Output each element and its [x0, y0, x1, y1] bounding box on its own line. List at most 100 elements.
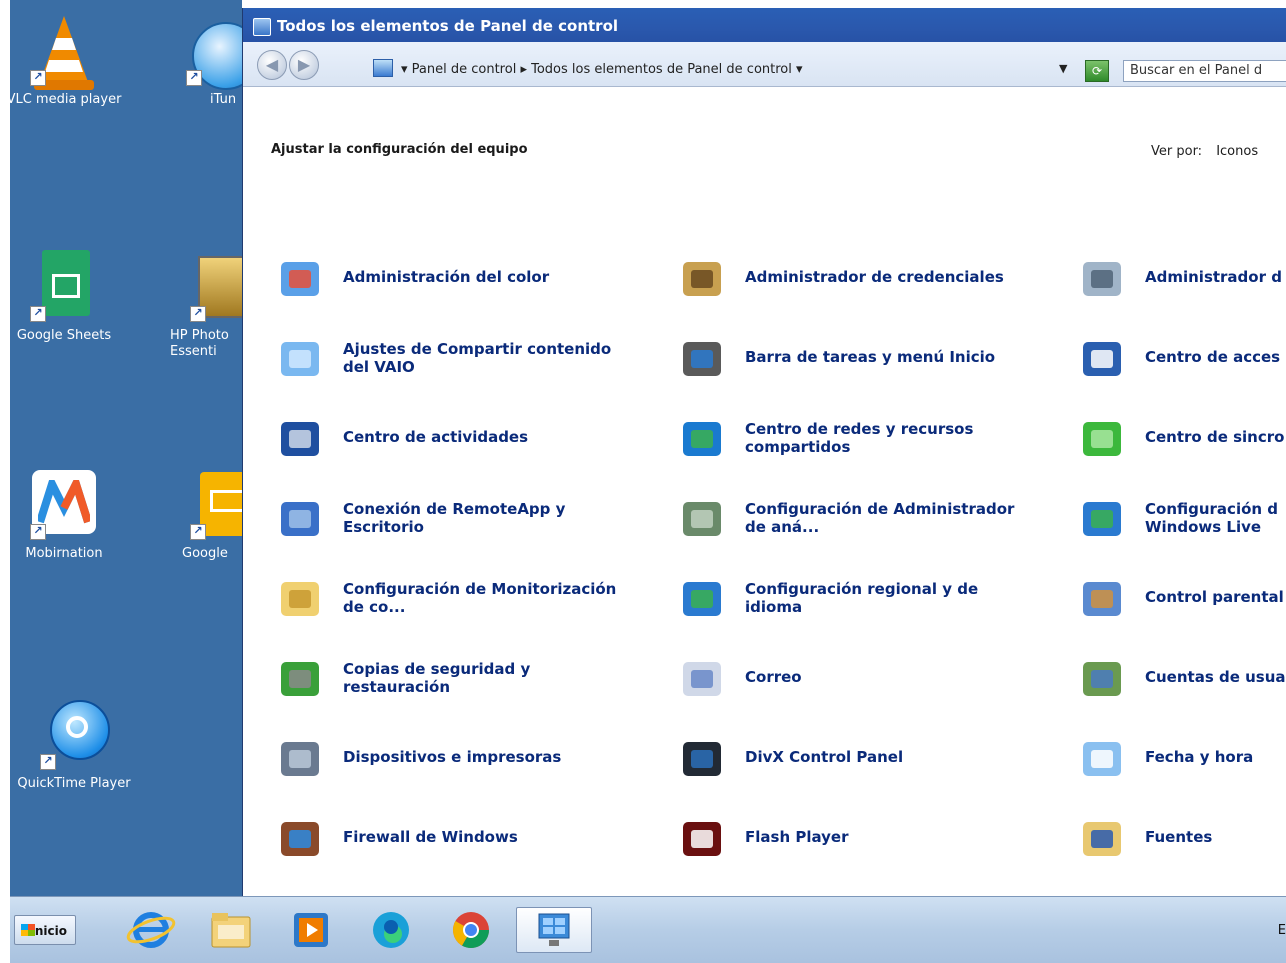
control-panel-taskbar-button[interactable]: [516, 907, 592, 953]
cp-item-label[interactable]: Configuración d Windows Live: [1145, 500, 1278, 536]
user-accounts-icon: [1077, 654, 1129, 706]
forward-button[interactable]: ▶: [289, 50, 319, 80]
view-by[interactable]: Ver por: Iconos: [1151, 144, 1258, 159]
desktop-icon-google[interactable]: ↗ Google: [170, 468, 242, 562]
cp-item-label[interactable]: Administrador d: [1145, 268, 1282, 286]
cp-item-label[interactable]: Configuración de Monitorización de co...: [343, 580, 616, 616]
cp-item[interactable]: Centro de redes y recursos compartidos: [677, 414, 1057, 474]
cp-item[interactable]: Firewall de Windows: [275, 814, 655, 874]
cp-item-label[interactable]: Centro de redes y recursos compartidos: [745, 420, 973, 456]
cp-item-label[interactable]: Fuentes: [1145, 828, 1212, 846]
desktop-icon-itunes[interactable]: ↗ iTun: [154, 14, 242, 108]
cp-item[interactable]: Configuración de Monitorización de co...: [275, 574, 655, 634]
back-button[interactable]: ◀: [257, 50, 287, 80]
cp-item[interactable]: Centro de actividades: [275, 414, 655, 474]
shortcut-arrow-icon: ↗: [30, 524, 46, 540]
media-player-icon[interactable]: [286, 907, 336, 953]
address-toolbar: ◀ ▶ ▾ Panel de control ▸ Todos los eleme…: [243, 42, 1286, 87]
sync-center-icon: [1077, 414, 1129, 466]
cp-item[interactable]: Fecha y hora: [1077, 734, 1286, 794]
cp-item[interactable]: Configuración de Administrador de aná...: [677, 494, 1057, 554]
color-management-icon: [275, 254, 327, 306]
desktop-icon-label: Google: [182, 546, 228, 561]
google-slides-icon: ↗: [186, 468, 242, 540]
devices-printers-icon: [275, 734, 327, 786]
backup-restore-icon: [275, 654, 327, 706]
desktop-icon-vlc[interactable]: ↗ VLC media player: [10, 14, 124, 108]
window-titlebar[interactable]: Todos los elementos de Panel de control: [243, 8, 1286, 42]
address-history-dropdown[interactable]: ▼: [1059, 62, 1067, 75]
chrome-icon[interactable]: [446, 907, 496, 953]
cp-item-label[interactable]: Cuentas de usua: [1145, 668, 1286, 686]
taskbar-start-icon: [677, 334, 729, 386]
cp-item-label[interactable]: Correo: [745, 668, 802, 686]
date-time-icon: [1077, 734, 1129, 786]
window-title: Todos los elementos de Panel de control: [277, 17, 619, 35]
cp-item[interactable]: Centro de sincro: [1077, 414, 1286, 474]
view-by-value[interactable]: Iconos: [1216, 144, 1258, 159]
cp-item-label[interactable]: Centro de sincro: [1145, 428, 1284, 446]
cp-item[interactable]: Cuentas de usua: [1077, 654, 1286, 714]
cp-item[interactable]: Dispositivos e impresoras: [275, 734, 655, 794]
breadcrumb[interactable]: ▾ Panel de control ▸ Todos los elementos…: [401, 62, 803, 77]
cp-item-label[interactable]: Dispositivos e impresoras: [343, 748, 561, 766]
cp-item[interactable]: Conexión de RemoteApp y Escritorio: [275, 494, 655, 554]
desktop-icon-label: QuickTime Player: [17, 776, 131, 791]
cp-item-label[interactable]: Conexión de RemoteApp y Escritorio: [343, 500, 565, 536]
cp-item[interactable]: Administración del color: [275, 254, 655, 314]
desktop-icon-hp-photo[interactable]: ↗ HP Photo Essenti: [166, 250, 242, 360]
cp-item-label[interactable]: Control parental: [1145, 588, 1284, 606]
shortcut-arrow-icon: ↗: [190, 524, 206, 540]
windows-live-globe-icon: [1077, 494, 1129, 546]
cp-item-label[interactable]: Firewall de Windows: [343, 828, 518, 846]
cp-item[interactable]: Administrador de credenciales: [677, 254, 1057, 314]
cp-item-label[interactable]: Configuración de Administrador de aná...: [745, 500, 1014, 536]
desktop-icon-google-sheets[interactable]: ↗ Google Sheets: [14, 250, 114, 344]
cp-item[interactable]: DivX Control Panel: [677, 734, 1057, 794]
cp-item[interactable]: Copias de seguridad y restauración: [275, 654, 655, 714]
refresh-icon[interactable]: ⟳: [1085, 60, 1109, 82]
cp-item-label[interactable]: Centro de acces: [1145, 348, 1280, 366]
desktop-icon-mobirnation[interactable]: ↗ Mobirnation: [14, 468, 114, 562]
clock-fragment: E: [1277, 923, 1286, 938]
cp-item-label[interactable]: Configuración regional y de idioma: [745, 580, 978, 616]
divx-icon: [677, 734, 729, 786]
cp-item[interactable]: Correo: [677, 654, 1057, 714]
network-sharing-icon: [677, 414, 729, 466]
file-explorer-icon[interactable]: [206, 907, 256, 953]
cp-item-label[interactable]: Barra de tareas y menú Inicio: [745, 348, 995, 366]
start-button[interactable]: Inicio: [14, 915, 76, 945]
cp-item-label[interactable]: Ajustes de Compartir contenido del VAIO: [343, 340, 611, 376]
cp-item[interactable]: Fuentes: [1077, 814, 1286, 874]
cp-item-label[interactable]: DivX Control Panel: [745, 748, 903, 766]
cp-item-label[interactable]: Flash Player: [745, 828, 848, 846]
cp-item-label[interactable]: Administración del color: [343, 268, 549, 286]
hp-photo-icon: ↗: [186, 250, 242, 322]
quicktime-icon: ↗: [38, 698, 110, 770]
desktop-icon-label: VLC media player: [10, 92, 122, 107]
cp-item[interactable]: Centro de acces: [1077, 334, 1286, 394]
cp-item-label[interactable]: Fecha y hora: [1145, 748, 1253, 766]
credential-manager-icon: [677, 254, 729, 306]
shortcut-arrow-icon: ↗: [30, 306, 46, 322]
cp-item[interactable]: Configuración d Windows Live: [1077, 494, 1286, 554]
monitoring-folder-icon: [275, 574, 327, 626]
internet-explorer-icon[interactable]: [126, 907, 176, 953]
cp-item-label[interactable]: Administrador de credenciales: [745, 268, 1004, 286]
cp-item[interactable]: Administrador d: [1077, 254, 1286, 314]
mail-icon: [677, 654, 729, 706]
edge-icon[interactable]: [366, 907, 416, 953]
shortcut-arrow-icon: ↗: [190, 306, 206, 322]
search-input[interactable]: Buscar en el Panel d: [1123, 60, 1286, 82]
cp-item[interactable]: Control parental: [1077, 574, 1286, 634]
cp-item-label[interactable]: Centro de actividades: [343, 428, 528, 446]
desktop-icon-label: HP Photo Essenti: [170, 328, 229, 359]
desktop-icon-quicktime[interactable]: ↗ QuickTime Player: [14, 698, 134, 792]
cp-item[interactable]: Barra de tareas y menú Inicio: [677, 334, 1057, 394]
cp-item[interactable]: Flash Player: [677, 814, 1057, 874]
cp-item[interactable]: Ajustes de Compartir contenido del VAIO: [275, 334, 655, 394]
cp-item[interactable]: Configuración regional y de idioma: [677, 574, 1057, 634]
view-by-label: Ver por:: [1151, 144, 1203, 159]
cp-item-label[interactable]: Copias de seguridad y restauración: [343, 660, 530, 696]
flash-player-icon: [677, 814, 729, 866]
